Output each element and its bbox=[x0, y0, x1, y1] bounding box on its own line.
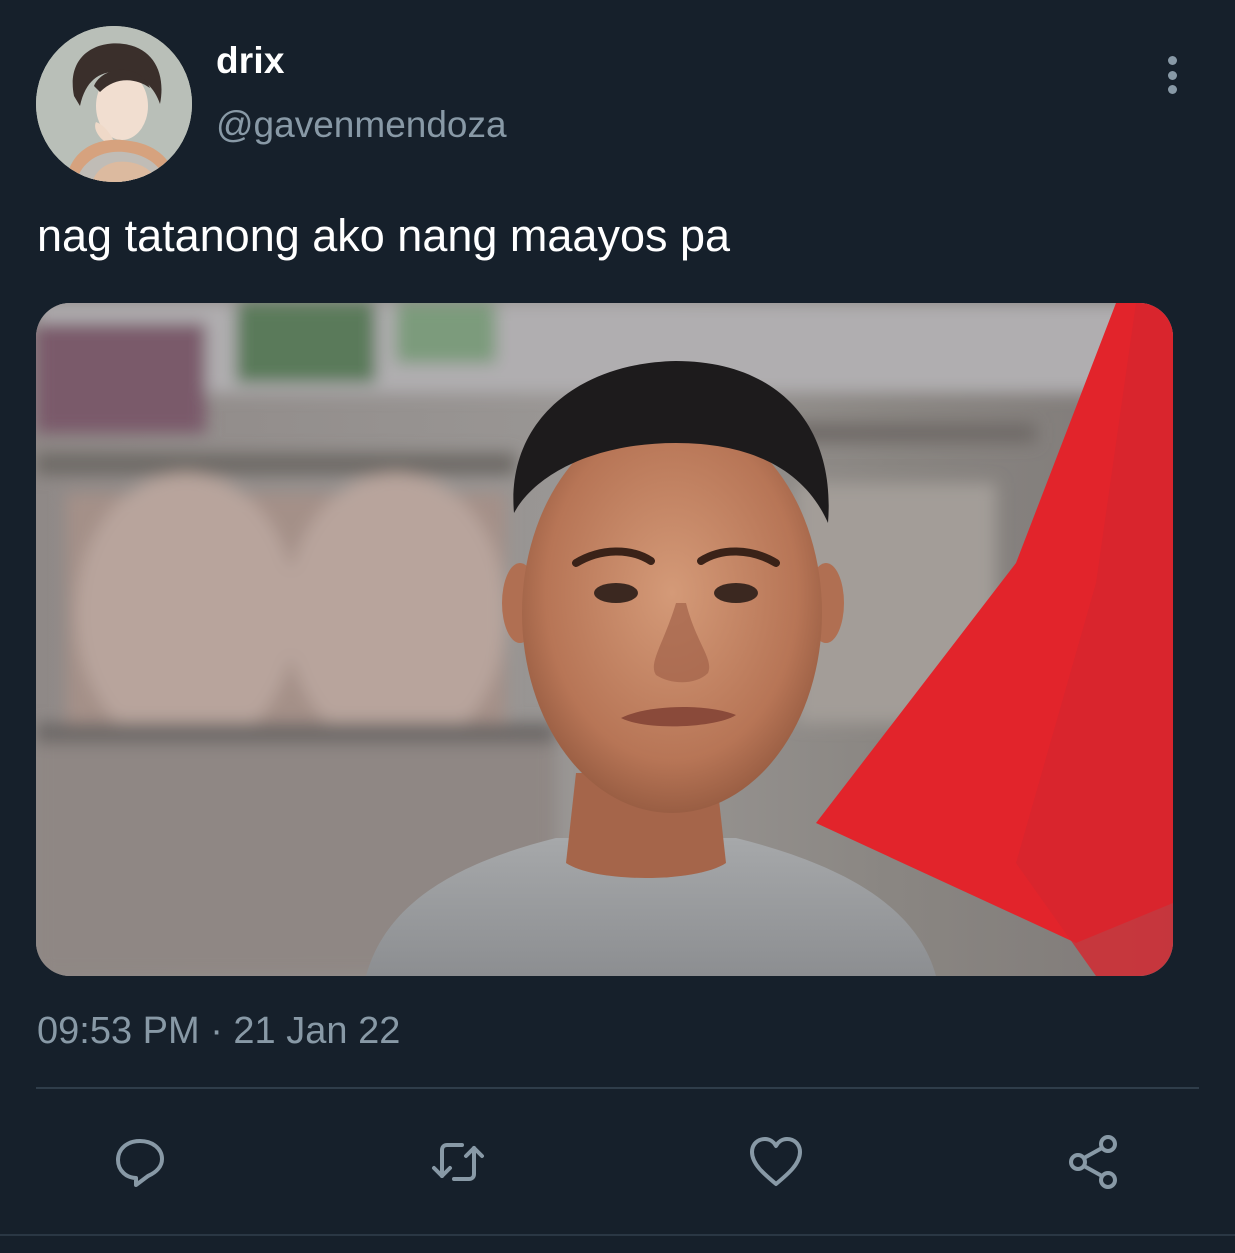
reply-icon bbox=[116, 1139, 164, 1187]
display-name[interactable]: drix bbox=[216, 40, 285, 82]
more-vertical-icon-dot-2 bbox=[1167, 70, 1177, 80]
tweet-media-image[interactable] bbox=[36, 303, 1173, 976]
more-vertical-icon bbox=[1167, 56, 1177, 65]
bottom-divider bbox=[0, 1234, 1235, 1236]
share-icon bbox=[1069, 1135, 1117, 1189]
retweet-icon bbox=[432, 1143, 484, 1181]
reply-button[interactable] bbox=[106, 1128, 174, 1196]
more-options-button[interactable] bbox=[1150, 50, 1194, 100]
meme-photo bbox=[36, 303, 1173, 976]
divider bbox=[36, 1087, 1199, 1089]
user-handle[interactable]: @gavenmendoza bbox=[216, 104, 507, 146]
heart-icon bbox=[750, 1137, 802, 1186]
tweet-card: drix @gavenmendoza nag tatanong ako nang… bbox=[0, 0, 1235, 1253]
share-button[interactable] bbox=[1060, 1128, 1128, 1196]
retweet-button[interactable] bbox=[424, 1128, 492, 1196]
avatar-image bbox=[36, 26, 192, 182]
like-button[interactable] bbox=[742, 1128, 810, 1196]
avatar[interactable] bbox=[36, 26, 192, 182]
tweet-timestamp[interactable]: 09:53 PM · 21 Jan 22 bbox=[37, 1010, 400, 1053]
tweet-text: nag tatanong ako nang maayos pa bbox=[37, 210, 731, 261]
more-vertical-icon-dot-3 bbox=[1167, 85, 1177, 94]
